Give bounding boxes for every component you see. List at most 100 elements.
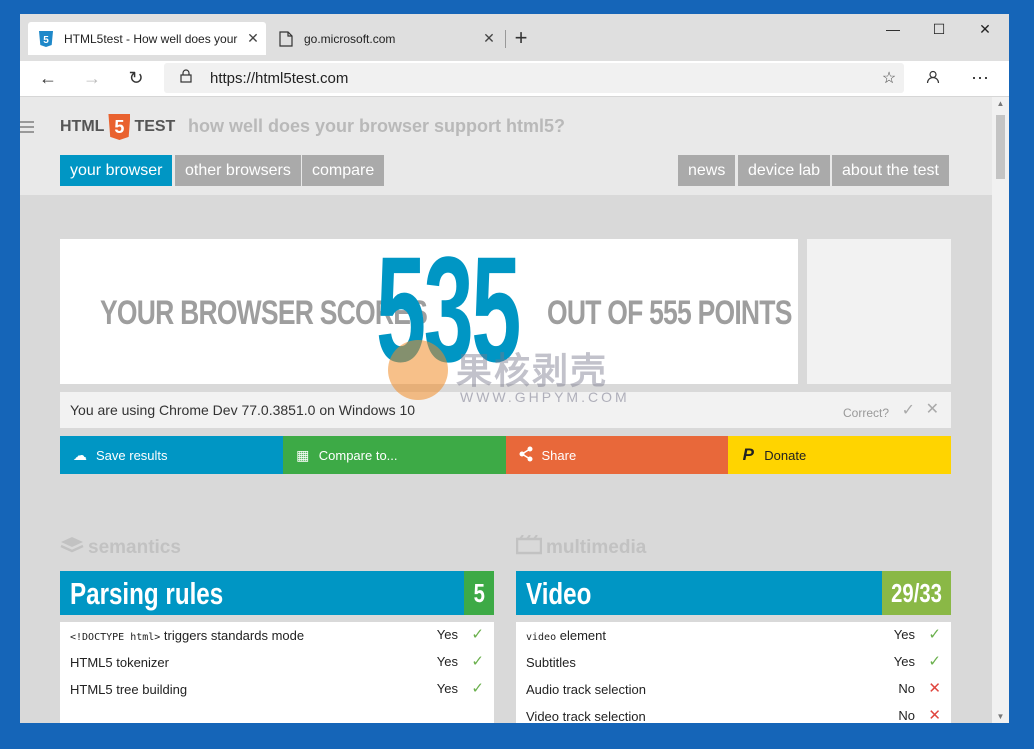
html5-favicon-icon: 5 xyxy=(38,30,54,47)
forward-arrow-icon[interactable]: → xyxy=(77,64,107,92)
user-agent-text: You are using Chrome Dev 77.0.3851.0 on … xyxy=(70,402,416,418)
lock-icon xyxy=(178,68,194,88)
result-row: HTML5 tree building Yes ✓ xyxy=(60,676,494,703)
browser-toolbar: ← → ↻ https://html5test.com ☆ ⋯ xyxy=(20,61,1009,97)
confirm-check-icon[interactable]: ✓ xyxy=(902,400,915,420)
result-label: <!DOCTYPE html> triggers standards mode xyxy=(70,628,305,643)
nav-device-lab[interactable]: device lab xyxy=(738,155,831,186)
result-value: No xyxy=(898,708,915,723)
watermark-logo xyxy=(388,340,448,400)
layers-icon xyxy=(60,535,84,561)
cross-icon: ✕ xyxy=(928,707,941,723)
minimize-button[interactable]: — xyxy=(870,14,916,44)
parsing-rules-results: <!DOCTYPE html> triggers standards mode … xyxy=(60,622,494,723)
donate-label: Donate xyxy=(764,447,807,463)
logo-html: HTML xyxy=(60,118,105,135)
site-tagline: how well does your browser support html5… xyxy=(188,116,566,136)
back-arrow-icon[interactable]: ← xyxy=(33,64,63,92)
result-value: Yes xyxy=(436,627,458,642)
donate-button[interactable]: P Donate xyxy=(728,436,951,474)
category-title: Video xyxy=(526,576,592,611)
result-row: Video track selection No ✕ xyxy=(516,703,951,723)
result-row: Subtitles Yes ✓ xyxy=(516,649,951,676)
category-score: 5 xyxy=(464,571,494,615)
tab-html5test[interactable]: 5 HTML5test - How well does your ✕ xyxy=(28,22,266,55)
logo-test: TEST xyxy=(134,118,176,135)
share-button[interactable]: Share xyxy=(505,436,729,474)
cloud-upload-icon: ☁ xyxy=(73,446,87,463)
tab-separator xyxy=(505,30,506,48)
compare-to-label: Compare to... xyxy=(318,447,398,463)
hamburger-menu-icon[interactable] xyxy=(20,121,34,136)
site-logo[interactable]: HTML 5 TEST xyxy=(60,114,175,140)
vertical-scrollbar[interactable]: ▲ ▼ xyxy=(992,97,1009,723)
check-icon: ✓ xyxy=(471,653,484,670)
site-header: HTML 5 TEST how well does your browser s… xyxy=(20,97,992,195)
svg-text:5: 5 xyxy=(43,35,49,46)
correct-label: Correct? xyxy=(842,406,889,420)
share-label: Share xyxy=(541,447,577,463)
logo-shield: 5 xyxy=(108,114,131,140)
page-favicon-icon xyxy=(278,30,294,47)
check-icon: ✓ xyxy=(471,680,484,697)
section-name: semantics xyxy=(88,537,181,558)
paypal-icon: P xyxy=(742,445,754,464)
result-row: HTML5 tokenizer Yes ✓ xyxy=(60,649,494,676)
action-bar: ☁ Save results ▦ Compare to... Share P D… xyxy=(60,436,951,474)
address-bar[interactable]: https://html5test.com ☆ xyxy=(164,63,904,93)
result-label: video element xyxy=(526,628,606,643)
nav-other-browsers[interactable]: other browsers xyxy=(175,155,301,186)
section-multimedia: multimedia xyxy=(515,534,647,561)
page-content: HTML 5 TEST how well does your browser s… xyxy=(20,97,992,723)
scroll-down-arrow-icon[interactable]: ▼ xyxy=(992,712,1009,721)
maximize-button[interactable]: ☐ xyxy=(916,14,962,44)
category-score: 29/33 xyxy=(882,571,951,615)
url-text[interactable]: https://html5test.com xyxy=(210,70,874,87)
share-icon xyxy=(516,446,536,465)
tab-close-icon[interactable]: ✕ xyxy=(240,30,266,47)
check-icon: ✓ xyxy=(471,626,484,643)
tab-title: go.microsoft.com xyxy=(304,31,396,46)
nav-your-browser[interactable]: your browser xyxy=(60,155,173,186)
category-title: Parsing rules xyxy=(70,576,224,611)
result-row: video element Yes ✓ xyxy=(516,622,951,649)
tab-go-microsoft[interactable]: go.microsoft.com ✕ xyxy=(268,22,502,55)
score-side-panel xyxy=(807,239,951,384)
check-icon: ✓ xyxy=(928,626,941,643)
nav-about-the-test[interactable]: about the test xyxy=(832,155,949,186)
profile-icon[interactable] xyxy=(918,64,948,92)
tab-strip: 5 HTML5test - How well does your ✕ go.mi… xyxy=(20,14,1009,61)
check-icon: ✓ xyxy=(928,653,941,670)
result-value: No xyxy=(898,681,915,696)
scrollbar-thumb[interactable] xyxy=(996,115,1005,179)
result-row: Audio track selection No ✕ xyxy=(516,676,951,703)
result-value: Yes xyxy=(893,627,915,642)
film-icon xyxy=(515,534,543,561)
tab-close-icon[interactable]: ✕ xyxy=(476,30,502,47)
result-value: Yes xyxy=(436,681,458,696)
nav-compare[interactable]: compare xyxy=(302,155,385,186)
reject-x-icon[interactable]: ✕ xyxy=(926,399,939,419)
result-label: Audio track selection xyxy=(526,682,646,697)
section-semantics: semantics xyxy=(60,535,181,561)
save-results-button[interactable]: ☁ Save results xyxy=(60,436,283,474)
browser-window: 5 HTML5test - How well does your ✕ go.mi… xyxy=(20,14,1009,723)
scroll-up-arrow-icon[interactable]: ▲ xyxy=(992,99,1009,108)
refresh-icon[interactable]: ↻ xyxy=(121,64,151,92)
compare-to-button[interactable]: ▦ Compare to... xyxy=(282,436,506,474)
result-label: HTML5 tree building xyxy=(70,682,188,697)
watermark-text: 果核剥壳 xyxy=(456,350,609,391)
video-results: video element Yes ✓ Subtitles Yes ✓ Audi… xyxy=(516,622,951,723)
more-menu-icon[interactable]: ⋯ xyxy=(965,64,995,92)
cross-icon: ✕ xyxy=(928,680,941,697)
new-tab-button[interactable]: + xyxy=(508,26,534,52)
nav-news[interactable]: news xyxy=(678,155,736,186)
section-name: multimedia xyxy=(546,537,647,558)
favorite-star-icon[interactable]: ☆ xyxy=(874,68,904,88)
grid-icon: ▦ xyxy=(296,446,310,463)
close-window-button[interactable]: ✕ xyxy=(962,14,1008,44)
category-parsing-rules[interactable]: Parsing rules 5 xyxy=(60,571,494,615)
result-value: Yes xyxy=(893,654,915,669)
tab-title: HTML5test - How well does your xyxy=(64,31,238,46)
category-video[interactable]: Video 29/33 xyxy=(516,571,951,615)
